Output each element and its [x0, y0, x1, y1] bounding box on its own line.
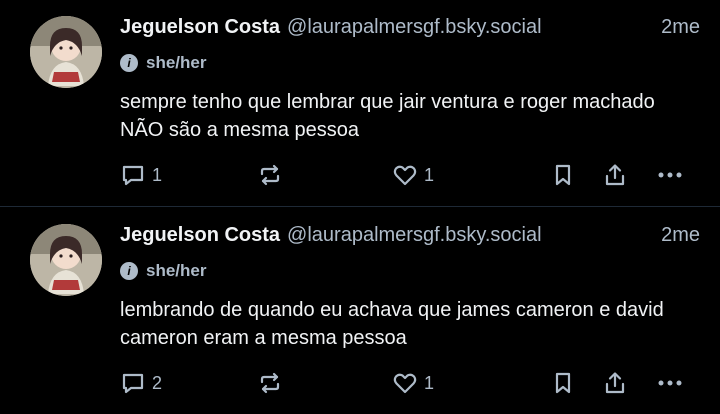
share-icon — [605, 164, 625, 186]
repost-icon — [260, 164, 280, 186]
more-options-button[interactable] — [656, 368, 684, 398]
post-text: lembrando de quando eu achava que james … — [120, 299, 664, 349]
post[interactable]: Jeguelson Costa @laurapalmersgf.bsky.soc… — [0, 208, 720, 414]
post-actions: 1 1 — [120, 160, 690, 190]
like-count: 1 — [424, 164, 435, 185]
pronouns-label: she/her — [146, 53, 207, 72]
more-options-button[interactable] — [656, 160, 684, 190]
avatar[interactable] — [30, 16, 102, 88]
pronouns: i she/her — [120, 260, 206, 282]
more-icon — [658, 172, 682, 178]
author-name[interactable]: Jeguelson Costa — [120, 224, 280, 247]
reply-icon — [122, 165, 144, 186]
bookmark-button[interactable] — [550, 160, 576, 190]
post[interactable]: Jeguelson Costa @laurapalmersgf.bsky.soc… — [0, 0, 720, 207]
reply-count: 1 — [152, 164, 163, 185]
bookmark-button[interactable] — [550, 368, 576, 398]
like-button[interactable]: 1 — [392, 368, 434, 398]
reply-button[interactable]: 2 — [120, 368, 162, 398]
like-count: 1 — [424, 372, 435, 393]
author-handle[interactable]: @laurapalmersgf.bsky.social — [287, 16, 541, 39]
author-handle[interactable]: @laurapalmersgf.bsky.social — [287, 224, 541, 247]
like-button[interactable]: 1 — [392, 160, 434, 190]
post-timestamp[interactable]: 2me — [661, 16, 700, 39]
info-icon: i — [120, 54, 138, 72]
info-icon: i — [120, 262, 138, 280]
pronouns: i she/her — [120, 52, 206, 74]
avatar[interactable] — [30, 224, 102, 296]
pronouns-label: she/her — [146, 261, 207, 280]
post-actions: 2 1 — [120, 368, 690, 398]
post-header: Jeguelson Costa @laurapalmersgf.bsky.soc… — [120, 224, 700, 252]
share-icon — [605, 372, 625, 394]
post-text: sempre tenho que lembrar que jair ventur… — [120, 91, 655, 141]
repost-button[interactable] — [257, 368, 283, 398]
post-header: Jeguelson Costa @laurapalmersgf.bsky.soc… — [120, 16, 700, 44]
author-name[interactable]: Jeguelson Costa — [120, 16, 280, 39]
reply-icon — [122, 373, 144, 394]
reply-button[interactable]: 1 — [120, 160, 162, 190]
reply-count: 2 — [152, 372, 163, 393]
more-icon — [658, 380, 682, 386]
repost-button[interactable] — [257, 160, 283, 190]
like-icon — [393, 165, 417, 186]
bookmark-icon — [555, 372, 571, 394]
like-icon — [393, 373, 417, 394]
bookmark-icon — [555, 164, 571, 186]
share-button[interactable] — [602, 368, 628, 398]
repost-icon — [260, 372, 280, 394]
post-timestamp[interactable]: 2me — [661, 224, 700, 247]
share-button[interactable] — [602, 160, 628, 190]
